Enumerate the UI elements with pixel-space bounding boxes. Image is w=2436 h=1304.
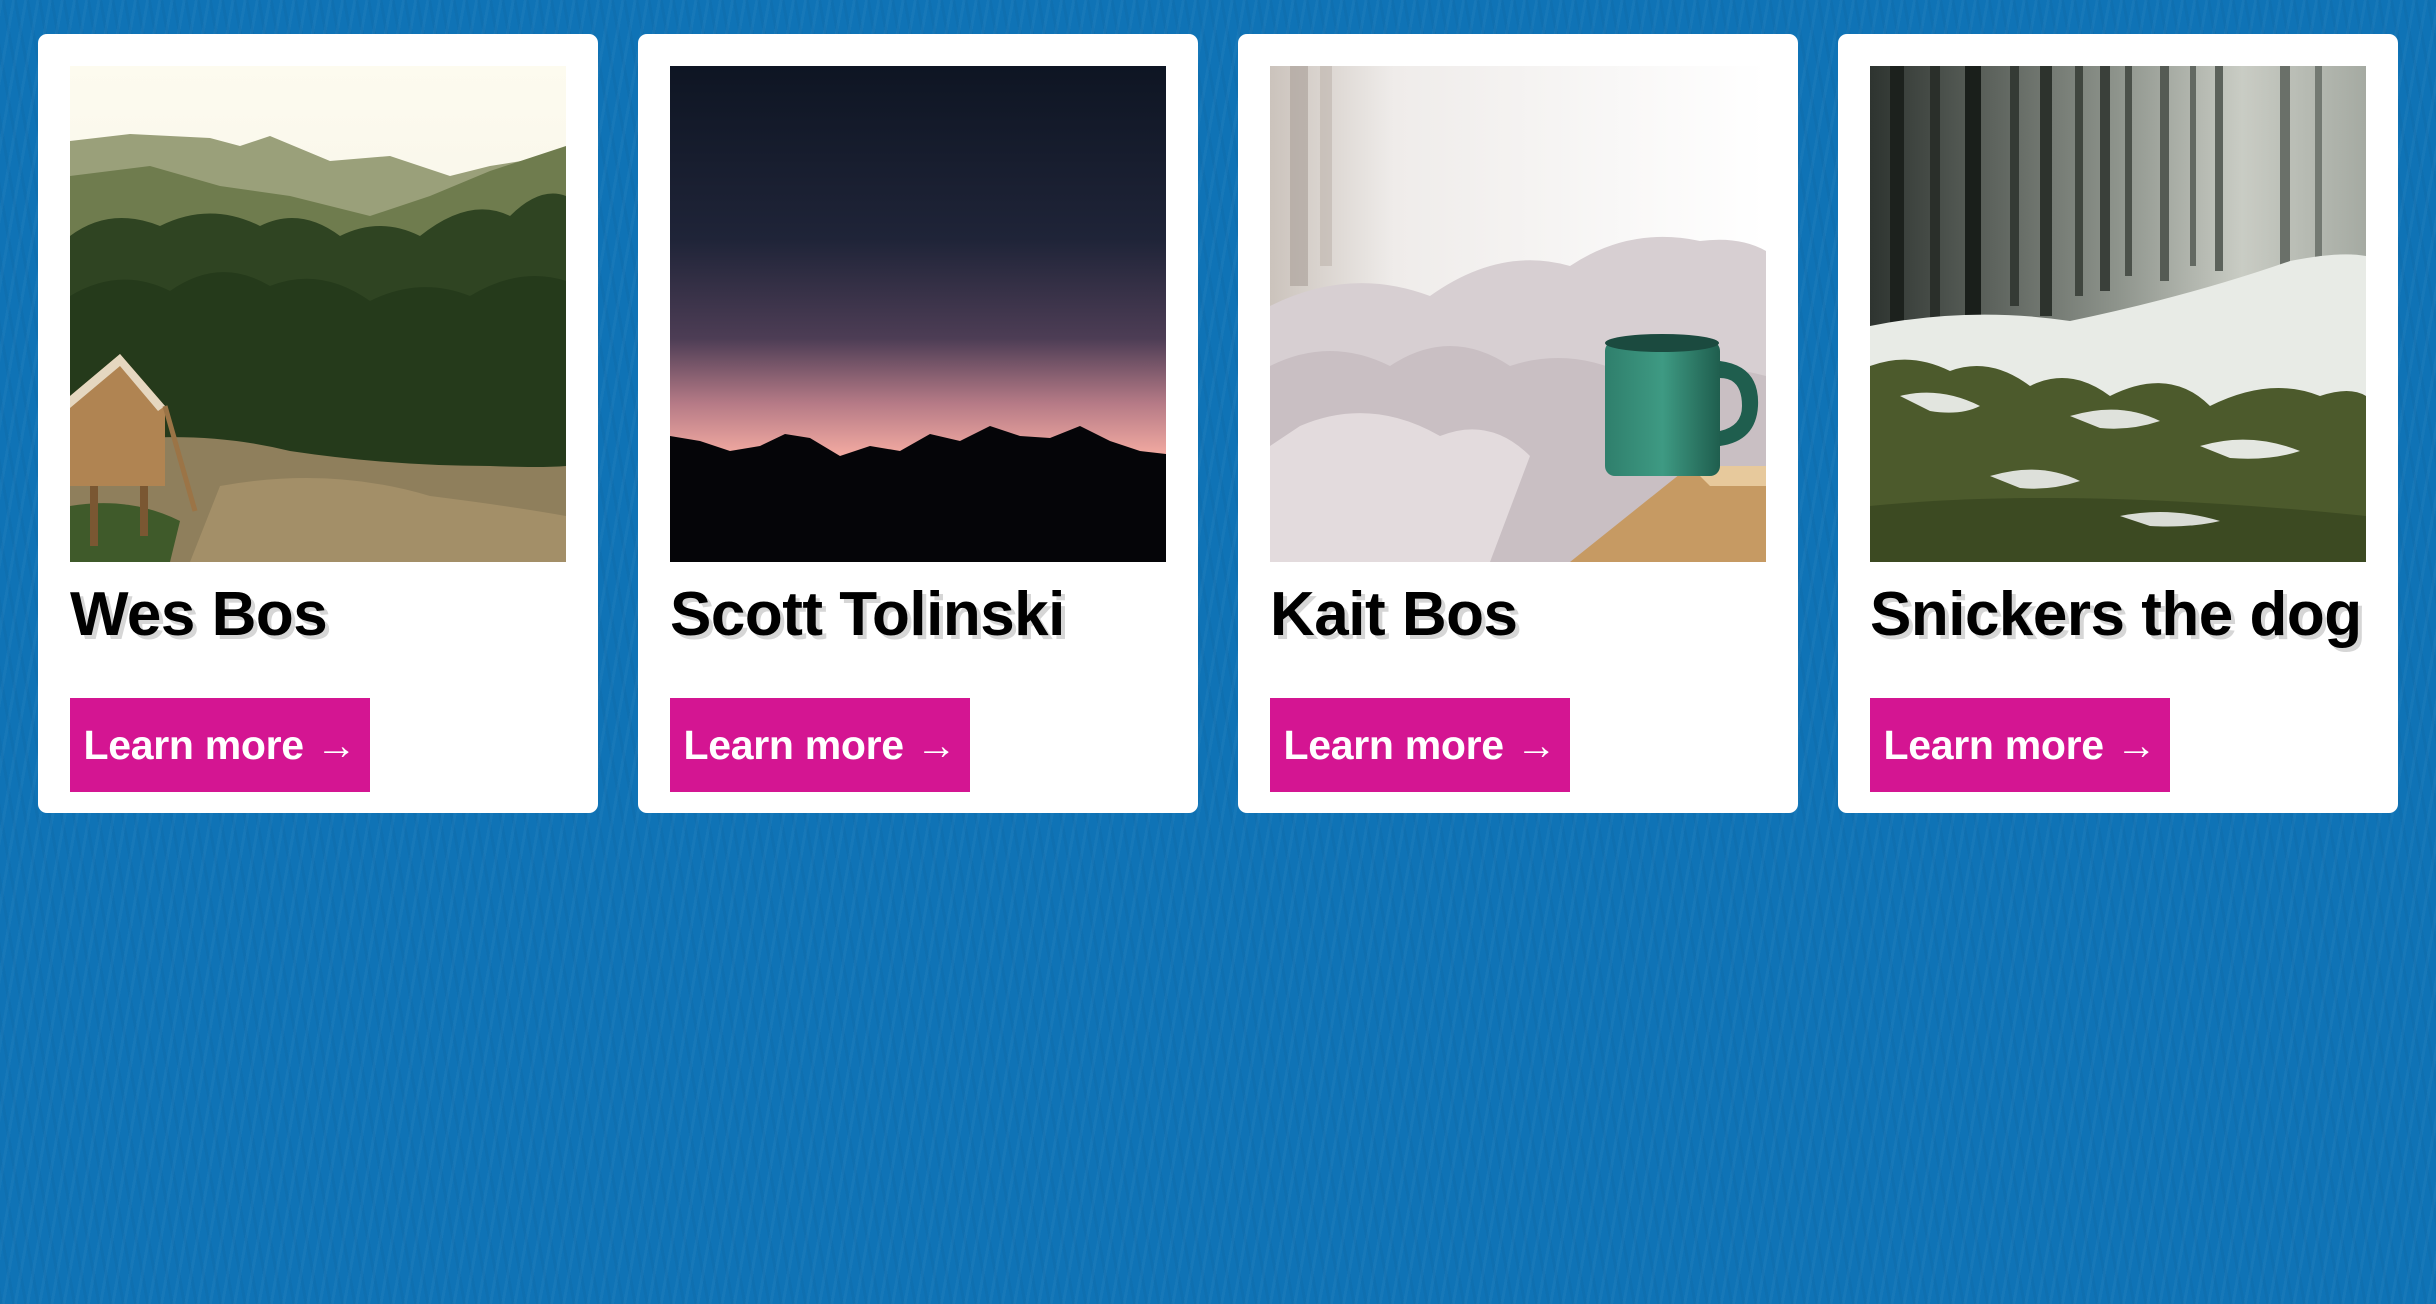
- learn-more-button[interactable]: Learn more →: [1870, 698, 2170, 792]
- card-grid: Wes Bos Learn more → Scott Tolinski Lear…: [38, 34, 2398, 813]
- learn-more-label: Learn more: [1283, 721, 1504, 768]
- card-photo: [670, 66, 1166, 562]
- learn-more-label: Learn more: [683, 721, 904, 768]
- arrow-right-icon: →: [2115, 721, 2157, 768]
- arrow-right-icon: →: [315, 721, 357, 768]
- card-photo: [1870, 66, 2366, 562]
- learn-more-button[interactable]: Learn more →: [70, 698, 370, 792]
- card-name: Snickers the dog: [1870, 580, 2362, 649]
- card-photo: [70, 66, 566, 562]
- card-name: Kait Bos: [1270, 580, 1518, 649]
- person-card: Kait Bos Learn more →: [1238, 34, 1798, 813]
- card-photo: [1270, 66, 1766, 562]
- person-card: Scott Tolinski Learn more →: [638, 34, 1198, 813]
- person-card: Wes Bos Learn more →: [38, 34, 598, 813]
- learn-more-button[interactable]: Learn more →: [1270, 698, 1570, 792]
- learn-more-label: Learn more: [1883, 721, 2104, 768]
- arrow-right-icon: →: [1515, 721, 1557, 768]
- arrow-right-icon: →: [915, 721, 957, 768]
- person-card: Snickers the dog Learn more →: [1838, 34, 2398, 813]
- learn-more-label: Learn more: [83, 721, 304, 768]
- card-name: Scott Tolinski: [670, 580, 1065, 649]
- learn-more-button[interactable]: Learn more →: [670, 698, 970, 792]
- card-name: Wes Bos: [70, 580, 328, 649]
